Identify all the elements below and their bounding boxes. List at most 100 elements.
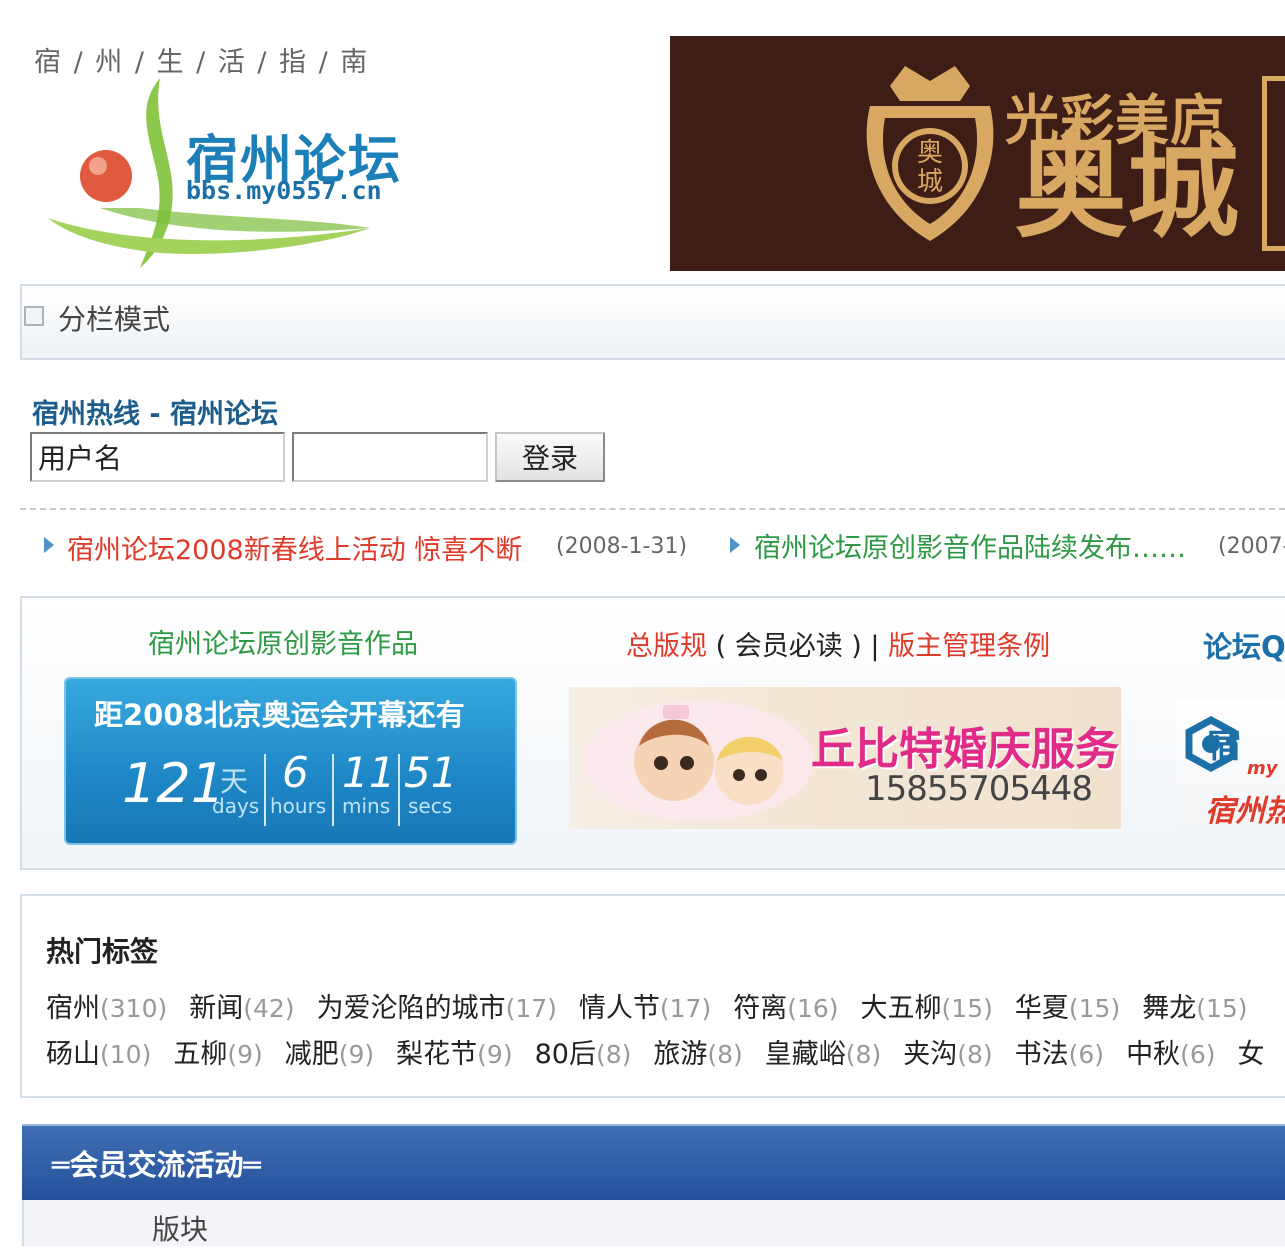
announcement-link[interactable]: 宿州论坛2008新春线上活动 惊喜不断 xyxy=(67,528,522,567)
hot-tag-count: (16) xyxy=(787,994,839,1023)
countdown-secs: 51 xyxy=(404,748,458,797)
hot-tag-count: (8) xyxy=(845,1040,882,1069)
triangle-right-icon xyxy=(44,537,54,553)
rules-separator: | xyxy=(870,631,880,662)
hot-tag-link[interactable]: 梨花节(9) xyxy=(396,1032,512,1071)
hot-tag-name: 女 xyxy=(1237,1039,1265,1070)
hot-tag-name: 中秋 xyxy=(1126,1039,1181,1070)
qq-ad-name: 宿 xyxy=(1207,726,1241,766)
hot-tag-name: 砀山 xyxy=(46,1039,100,1070)
crest-text-2: 城 xyxy=(917,167,943,197)
hot-tag-name: 书法 xyxy=(1014,1039,1069,1070)
logo-url: bbs.my0557.cn xyxy=(186,176,382,205)
triangle-right-icon xyxy=(730,537,740,553)
hot-tag-name: 80后 xyxy=(534,1039,596,1070)
login-title: 宿州热线 - 宿州论坛 xyxy=(32,399,279,430)
hot-tag-link[interactable]: 新闻(42) xyxy=(189,986,294,1025)
column-mode-checkbox[interactable] xyxy=(24,306,44,326)
hot-tag-link[interactable]: 减肥(9) xyxy=(285,1032,374,1071)
media-works-link[interactable]: 宿州论坛原创影音作品 xyxy=(148,622,418,661)
hot-tag-name: 夹沟 xyxy=(903,1039,958,1070)
countdown-days-label: days xyxy=(212,794,260,818)
hot-tag-link[interactable]: 舞龙(15) xyxy=(1142,986,1247,1025)
hot-tag-count: (15) xyxy=(1068,994,1121,1023)
hot-tag-name: 五柳 xyxy=(173,1039,228,1070)
wedding-ad-title: 丘比特婚庆服务 xyxy=(811,724,1119,775)
crest-text-1: 奥 xyxy=(917,138,943,168)
wedding-ad-phone: 15855705448 xyxy=(865,769,1093,809)
hot-tag-name: 皇藏峪 xyxy=(764,1039,846,1070)
announcement-date: (2007- xyxy=(1218,534,1285,559)
forum-qq-ad[interactable]: 宿 my 宿州热 xyxy=(1177,700,1285,830)
section-subheader xyxy=(22,1200,1285,1246)
announcement-link[interactable]: 宿州论坛原创影音作品陆续发布…… xyxy=(754,526,1186,565)
hot-tag-link[interactable]: 中秋(6) xyxy=(1126,1032,1215,1071)
moderator-rules-link[interactable]: 版主管理条例 xyxy=(888,631,1050,662)
hot-tag-name: 旅游 xyxy=(653,1039,708,1070)
hot-tag-name: 减肥 xyxy=(284,1039,339,1070)
hot-tag-name: 为爱沦陷的城市 xyxy=(316,993,506,1024)
column-mode-bar xyxy=(20,284,1285,360)
hot-tag-count: (17) xyxy=(659,994,712,1023)
crest-icon: 奥 城 xyxy=(866,66,994,241)
hot-tag-count: (15) xyxy=(1196,994,1248,1023)
column-mode-label[interactable]: 分栏模式 xyxy=(58,298,170,338)
hot-tag-count: (9) xyxy=(227,1040,263,1069)
countdown-separator xyxy=(264,754,266,826)
hot-tag-link[interactable]: 情人节(17) xyxy=(579,986,711,1025)
hot-tag-name: 大五柳 xyxy=(860,993,942,1024)
hot-tag-link[interactable]: 女 xyxy=(1237,1032,1264,1071)
hot-tags-title: 热门标签 xyxy=(46,935,159,968)
column-header-forum: 版块 xyxy=(152,1213,209,1246)
countdown-hours-label: hours xyxy=(270,794,327,818)
login-button[interactable]: 登录 xyxy=(495,432,605,482)
hot-tag-count: (8) xyxy=(595,1040,632,1069)
username-input[interactable] xyxy=(30,432,285,482)
hot-tag-link[interactable]: 砀山(10) xyxy=(46,1032,151,1071)
hot-tags-row: 宿州(310) 新闻(42) 为爱沦陷的城市(17) 情人节(17) 符离(16) 大五柳… xyxy=(46,986,1270,1025)
hot-tag-count: (8) xyxy=(957,1040,993,1069)
countdown-separator xyxy=(332,754,334,826)
section-title[interactable]: ═会员交流活动═ xyxy=(52,1142,261,1184)
rules-note: ( 会员必读 ) xyxy=(715,631,862,662)
hot-tag-link[interactable]: 宿州(310) xyxy=(46,986,167,1025)
hot-tag-link[interactable]: 为爱沦陷的城市(17) xyxy=(317,986,557,1025)
hot-tag-link[interactable]: 80后(8) xyxy=(535,1032,632,1071)
hot-tag-name: 新闻 xyxy=(189,993,244,1024)
hot-tag-count: (8) xyxy=(707,1040,743,1069)
rules-links: 总版规 ( 会员必读 ) | 版主管理条例 xyxy=(626,624,1050,663)
hot-tag-name: 符离 xyxy=(733,993,788,1024)
qq-ad-bottom: 宿州热 xyxy=(1205,794,1285,829)
countdown-mins-label: mins xyxy=(342,794,391,818)
hot-tag-link[interactable]: 夹沟(8) xyxy=(903,1032,992,1071)
wedding-service-ad[interactable]: 丘比特婚庆服务 15855705448 xyxy=(569,687,1121,829)
top-banner-ad[interactable]: 奥 城 光彩美庐 奥城 xyxy=(670,36,1285,271)
hot-tag-name: 华夏 xyxy=(1014,993,1069,1024)
forum-qq-link[interactable]: 论坛Q xyxy=(1203,624,1285,666)
hot-tag-count: (9) xyxy=(477,1040,513,1069)
countdown-hours: 6 xyxy=(282,748,309,797)
countdown-mins: 11 xyxy=(342,748,396,797)
hot-tag-count: (6) xyxy=(1180,1040,1216,1069)
hot-tag-name: 舞龙 xyxy=(1142,993,1197,1024)
countdown-separator xyxy=(398,754,400,826)
countdown-days: 121 xyxy=(122,752,226,815)
hot-tag-link[interactable]: 符离(16) xyxy=(733,986,838,1025)
rules-link[interactable]: 总版规 xyxy=(626,631,707,662)
hot-tag-link[interactable]: 华夏(15) xyxy=(1015,986,1120,1025)
hot-tag-link[interactable]: 皇藏峪(8) xyxy=(765,1032,881,1071)
hot-tag-link[interactable]: 书法(6) xyxy=(1015,1032,1104,1071)
countdown-secs-label: secs xyxy=(408,794,453,818)
banner-frame xyxy=(1262,76,1285,251)
hot-tag-name: 梨花节 xyxy=(396,1039,478,1070)
password-input[interactable] xyxy=(292,432,488,482)
hot-tag-link[interactable]: 五柳(9) xyxy=(173,1032,262,1071)
hot-tag-name: 宿州 xyxy=(46,993,100,1024)
hot-tag-link[interactable]: 大五柳(15) xyxy=(861,986,993,1025)
countdown-title: 距2008北京奥运会开幕还有 xyxy=(94,698,465,732)
divider xyxy=(20,508,1285,510)
hot-tag-link[interactable]: 旅游(8) xyxy=(653,1032,742,1071)
hot-tag-count: (310) xyxy=(100,994,168,1023)
hot-tag-name: 情人节 xyxy=(578,993,660,1024)
hot-tag-count: (6) xyxy=(1068,1040,1105,1069)
